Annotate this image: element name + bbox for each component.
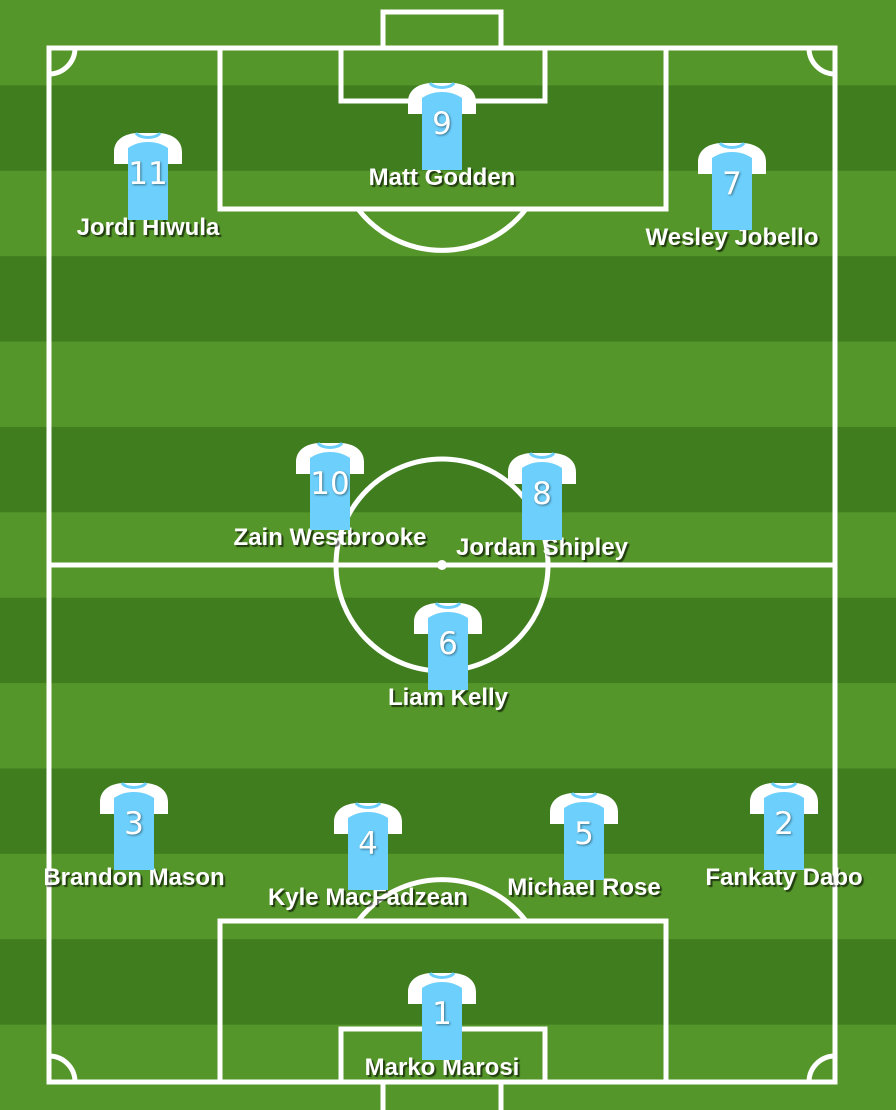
player-number: 11 [128,156,168,192]
player-card[interactable]: 7 Wesley Jobello [612,136,852,252]
player-card[interactable]: 4 Kyle MacFadzean [248,796,488,912]
player-number: 1 [432,996,452,1032]
player-shirt: 10 [282,436,378,532]
player-shirt: 9 [394,76,490,172]
player-number: 5 [574,816,594,852]
player-shirt: 7 [684,136,780,232]
pitch: 9 Matt Godden 11 Jordi Hiwula 7 Wesley J… [0,0,896,1110]
player-card[interactable]: 6 Liam Kelly [328,596,568,712]
grass-stripe [0,256,896,343]
player-card[interactable]: 10 Zain Westbrooke [210,436,450,552]
player-shirt: 3 [86,776,182,872]
player-shirt: 6 [400,596,496,692]
player-number: 4 [358,826,378,862]
player-number: 3 [124,806,144,842]
player-card[interactable]: 9 Matt Godden [322,76,562,192]
player-card[interactable]: 1 Marko Marosi [322,966,562,1082]
player-card[interactable]: 2 Fankaty Dabo [664,776,896,892]
player-card[interactable]: 3 Brandon Mason [14,776,254,892]
player-shirt: 1 [394,966,490,1062]
player-shirt: 4 [320,796,416,892]
player-number: 2 [774,806,794,842]
player-card[interactable]: 11 Jordi Hiwula [28,126,268,242]
player-shirt: 5 [536,786,632,882]
player-shirt: 8 [494,446,590,542]
player-number: 6 [438,626,458,662]
player-shirt: 2 [736,776,832,872]
grass-stripe [0,341,896,428]
player-number: 10 [310,466,350,502]
player-card[interactable]: 8 Jordan Shipley [422,446,662,562]
player-number: 8 [532,476,552,512]
player-shirt: 11 [100,126,196,222]
player-number: 7 [722,166,742,202]
player-number: 9 [432,106,452,142]
